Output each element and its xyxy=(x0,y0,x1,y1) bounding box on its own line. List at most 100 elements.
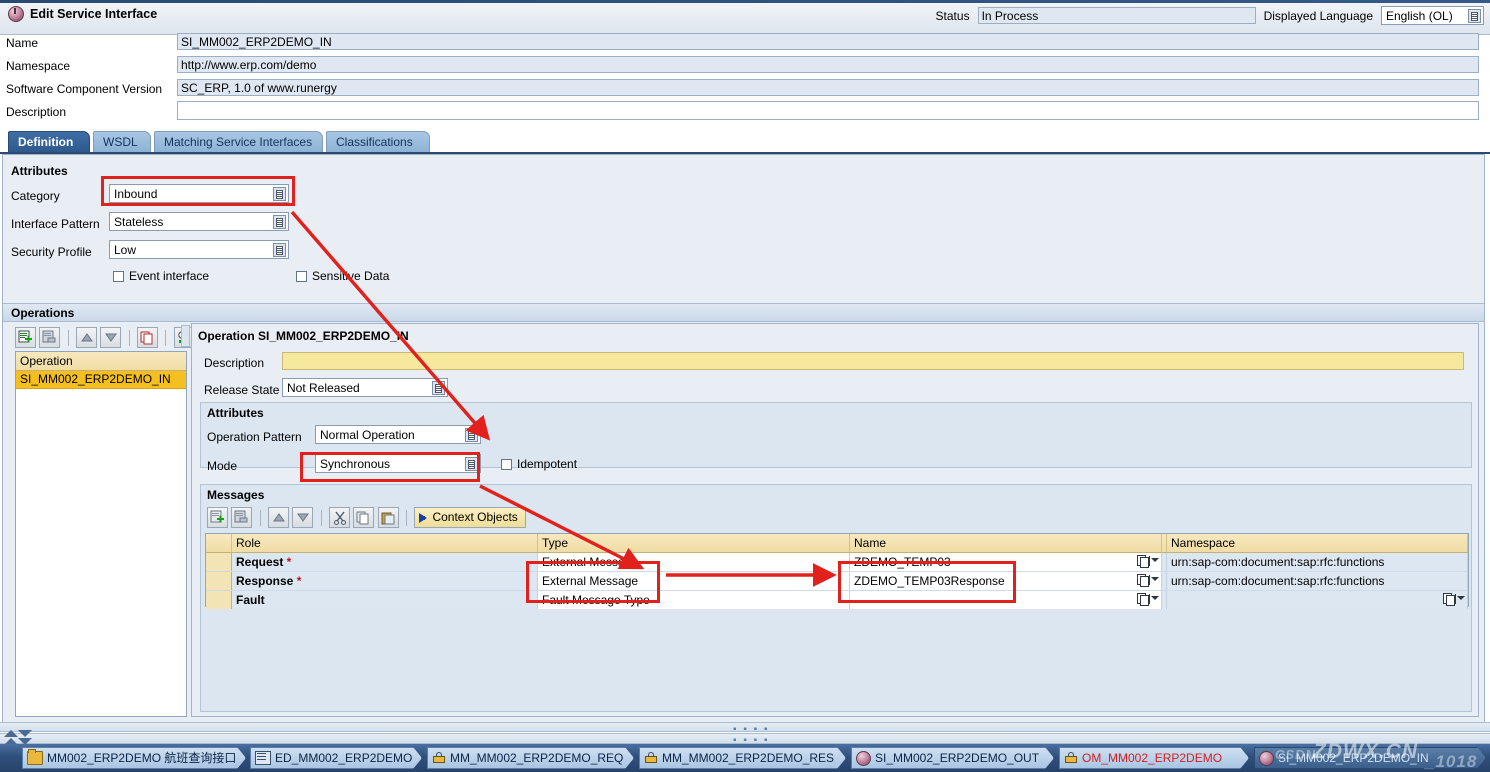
panel-splitter-grip[interactable] xyxy=(181,325,190,347)
operations-band: Operations xyxy=(3,303,1484,322)
operation-attributes-title: Attributes xyxy=(207,406,264,420)
sensitive-data-checkbox-group[interactable]: Sensitive Data xyxy=(296,269,389,283)
sensitive-data-checkbox[interactable] xyxy=(296,270,307,282)
description-label: Description xyxy=(6,105,67,119)
taskbar-item-si-mm002-erp2demo-in[interactable]: SI_MM002_ERP2DEMO_IN xyxy=(1254,747,1486,769)
taskbar-item-mm-mm002-erp2demo-req[interactable]: MM_MM002_ERP2DEMO_REQ xyxy=(427,747,634,769)
value-help-icon[interactable] xyxy=(1468,9,1481,23)
idempotent-checkbox-group[interactable]: Idempotent xyxy=(501,457,577,471)
table-row[interactable]: Request * External Message ZDEMO_TEMP03 … xyxy=(206,553,1468,572)
status-value: In Process xyxy=(977,7,1256,24)
security-profile-dropdown[interactable]: Low xyxy=(109,240,289,259)
taskbar-item-label: SI_MM002_ERP2DEMO_IN xyxy=(1278,751,1429,765)
row-namespace: urn:sap-com:document:sap:rfc:functions xyxy=(1167,553,1468,571)
operations-toolbar xyxy=(15,327,195,348)
event-interface-checkbox-group[interactable]: Event interface xyxy=(113,269,209,283)
taskbar-item-si-mm002-erp2demo-out[interactable]: SI_MM002_ERP2DEMO_OUT xyxy=(851,747,1054,769)
row-type[interactable]: External Message xyxy=(538,553,850,571)
value-help-icon[interactable] xyxy=(432,381,445,395)
messages-toolbar: Context Objects xyxy=(207,507,526,528)
tab-definition[interactable]: Definition xyxy=(8,131,90,152)
row-marker[interactable] xyxy=(206,572,232,590)
col-namespace[interactable]: Namespace xyxy=(1167,534,1468,552)
security-profile-label: Security Profile xyxy=(11,245,92,259)
name-field[interactable]: SI_MM002_ERP2DEMO_IN xyxy=(177,33,1479,50)
table-row[interactable]: Response * External Message ZDEMO_TEMP03… xyxy=(206,572,1468,591)
operation-pattern-dropdown[interactable]: Normal Operation xyxy=(315,425,481,444)
tab-classifications[interactable]: Classifications xyxy=(326,131,430,152)
value-help-icon[interactable] xyxy=(465,457,478,471)
value-help-icon[interactable] xyxy=(1137,593,1159,606)
insert-row-icon[interactable] xyxy=(207,507,228,528)
release-state-value: Not Released xyxy=(287,381,360,395)
delete-row-icon[interactable] xyxy=(231,507,253,528)
value-help-icon[interactable] xyxy=(273,187,286,201)
copy-icon[interactable] xyxy=(137,327,159,348)
horizontal-splitter-upper[interactable]: ▪ ▪ ▪ ▪ xyxy=(0,722,1490,735)
scroll-down-icon[interactable] xyxy=(18,730,32,737)
namespace-field[interactable]: http://www.erp.com/demo xyxy=(177,56,1479,73)
value-help-icon[interactable] xyxy=(1443,593,1465,606)
interface-pattern-value: Stateless xyxy=(114,215,164,229)
row-type[interactable]: Fault Message Type xyxy=(538,591,850,609)
table-row[interactable]: Fault Fault Message Type xyxy=(206,591,1468,609)
toolbar-separator xyxy=(165,329,167,346)
page-title: Edit Service Interface xyxy=(30,7,158,21)
operations-list-row-selected[interactable]: SI_MM002_ERP2DEMO_IN xyxy=(16,371,186,389)
software-component-version-label: Software Component Version xyxy=(6,82,163,96)
value-help-icon[interactable] xyxy=(1137,555,1159,568)
col-type[interactable]: Type xyxy=(538,534,850,552)
taskbar-item-label: MM_MM002_ERP2DEMO_RES xyxy=(662,751,835,765)
taskbar-item-om-mm002-erp2demo[interactable]: OM_MM002_ERP2DEMO xyxy=(1059,747,1249,769)
event-interface-checkbox[interactable] xyxy=(113,270,124,282)
messages-grid: Role Type Name Namespace Request * Exter… xyxy=(205,533,1469,609)
value-help-icon[interactable] xyxy=(273,215,286,229)
value-help-icon[interactable] xyxy=(273,243,286,257)
taskbar-item-mm002-erp2demo[interactable]: MM002_ERP2DEMO 航班查询接口 xyxy=(22,747,246,769)
row-type[interactable]: External Message xyxy=(538,572,850,590)
mode-label: Mode xyxy=(207,459,238,473)
move-up-icon[interactable] xyxy=(76,327,98,348)
scroll-up-icon[interactable] xyxy=(4,730,18,737)
category-value: Inbound xyxy=(114,187,158,201)
messages-subsection: Messages Context Objects Role Type Name … xyxy=(200,484,1472,712)
cut-icon[interactable] xyxy=(329,507,351,528)
document-icon xyxy=(255,751,271,765)
row-role: Response xyxy=(236,574,294,588)
col-role[interactable]: Role xyxy=(232,534,538,552)
paste-icon[interactable] xyxy=(377,507,399,528)
security-profile-value: Low xyxy=(114,243,137,257)
category-dropdown[interactable]: Inbound xyxy=(109,184,289,203)
definition-panel: Attributes Category Inbound Interface Pa… xyxy=(2,154,1485,726)
horizontal-splitter-lower[interactable]: ▪ ▪ ▪ ▪ xyxy=(0,733,1490,746)
description-field[interactable] xyxy=(177,101,1479,120)
move-down-icon[interactable] xyxy=(292,507,314,528)
copy-icon[interactable] xyxy=(353,507,375,528)
language-dropdown[interactable]: English (OL) xyxy=(1381,6,1484,25)
taskbar-item-mm-mm002-erp2demo-res[interactable]: MM_MM002_ERP2DEMO_RES xyxy=(639,747,846,769)
create-operation-icon[interactable] xyxy=(15,327,36,348)
value-help-icon[interactable] xyxy=(465,428,478,442)
move-up-icon[interactable] xyxy=(268,507,290,528)
toolbar-separator xyxy=(128,329,130,346)
move-down-icon[interactable] xyxy=(100,327,122,348)
tab-strip: Definition WSDL Matching Service Interfa… xyxy=(0,131,1490,152)
operation-description-field[interactable] xyxy=(282,352,1464,370)
taskbar-item-ed-mm002-erp2demo[interactable]: ED_MM002_ERP2DEMO xyxy=(250,747,422,769)
release-state-dropdown[interactable]: Not Released xyxy=(282,378,448,397)
row-marker[interactable] xyxy=(206,591,232,609)
idempotent-checkbox[interactable] xyxy=(501,458,512,470)
tab-matching-service-interfaces[interactable]: Matching Service Interfaces xyxy=(154,131,323,152)
row-marker[interactable] xyxy=(206,553,232,571)
interface-pattern-dropdown[interactable]: Stateless xyxy=(109,212,289,231)
col-name[interactable]: Name xyxy=(850,534,1162,552)
mode-dropdown[interactable]: Synchronous xyxy=(315,454,481,473)
delete-operation-icon[interactable] xyxy=(39,327,61,348)
value-help-icon[interactable] xyxy=(1137,574,1159,587)
row-name: ZDEMO_TEMP03 xyxy=(854,555,951,569)
lock-icon xyxy=(1064,752,1078,764)
operation-attributes-subsection: Attributes Operation Pattern Normal Oper… xyxy=(200,402,1472,473)
tab-wsdl[interactable]: WSDL xyxy=(93,131,151,152)
software-component-version-field[interactable]: SC_ERP, 1.0 of www.runergy xyxy=(177,79,1479,96)
context-objects-button[interactable]: Context Objects xyxy=(414,507,526,528)
